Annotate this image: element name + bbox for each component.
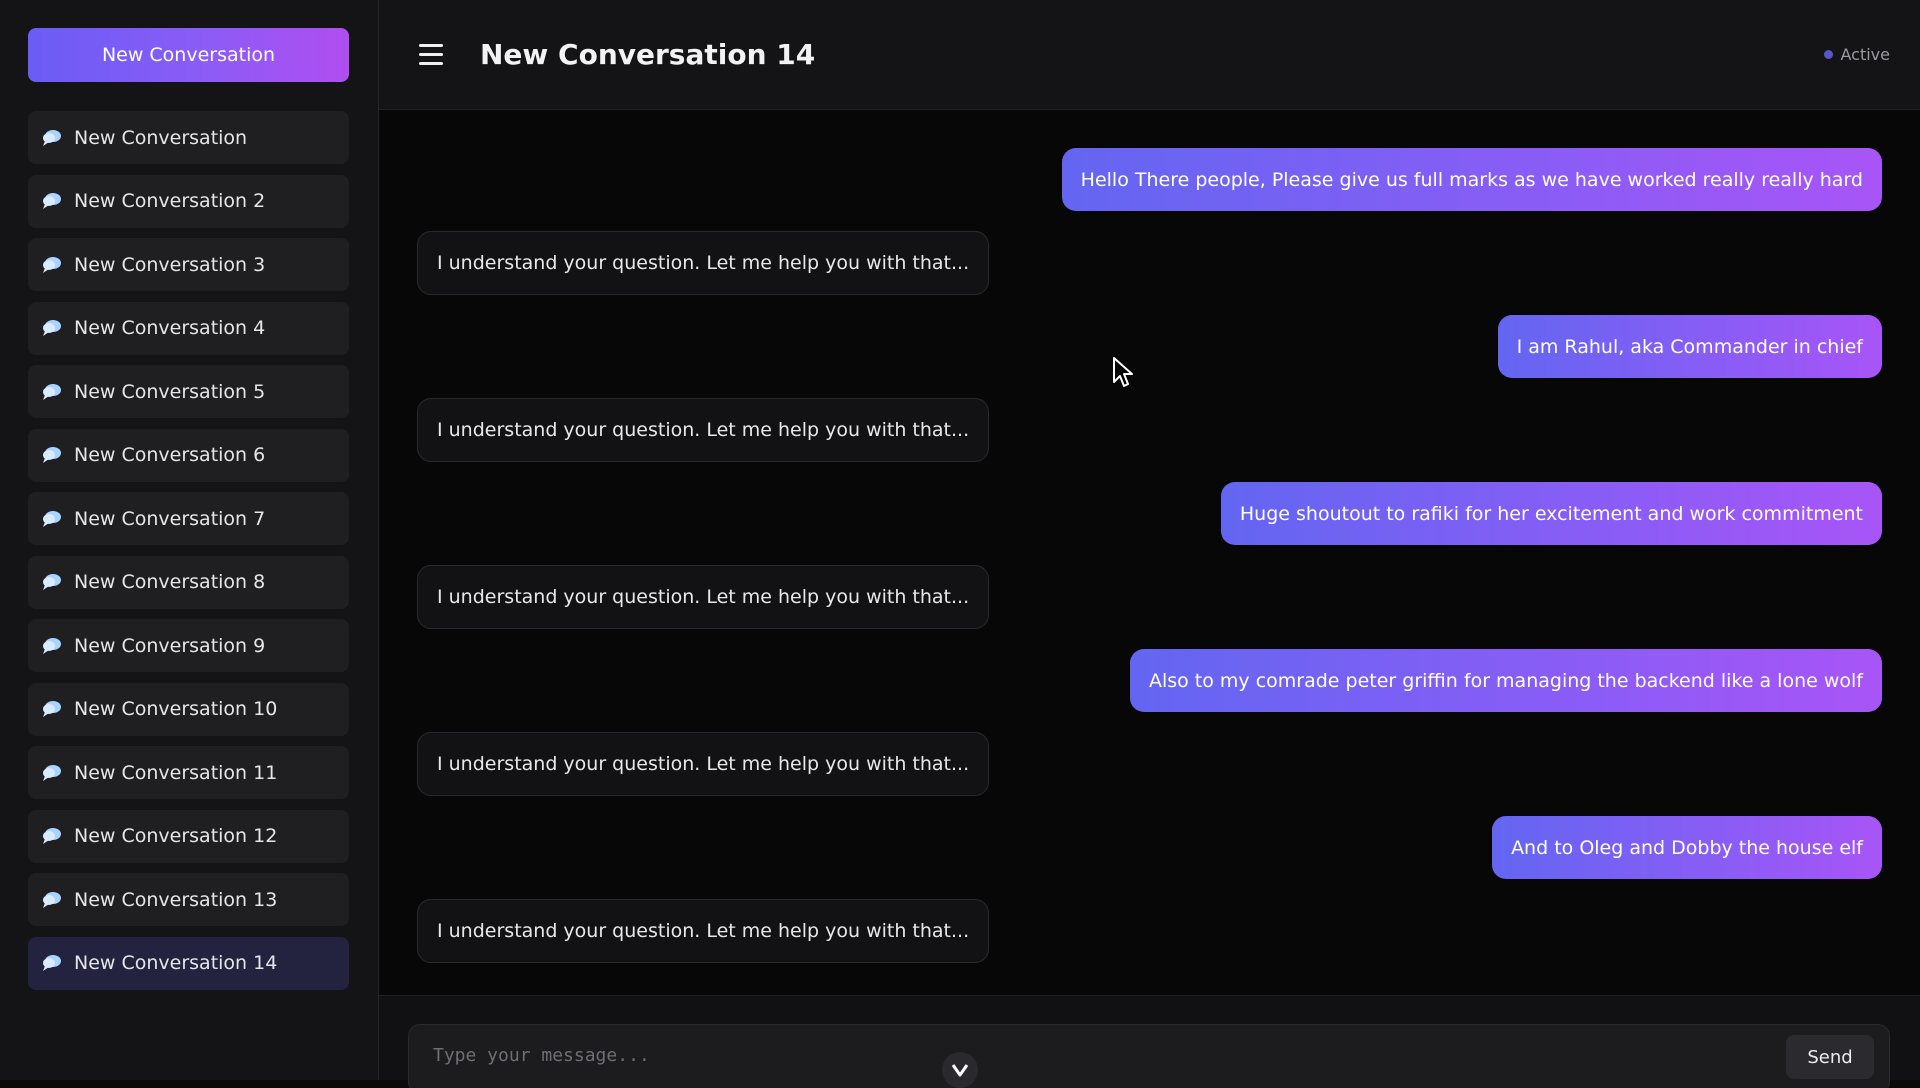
speech-bubble-icon <box>42 509 62 529</box>
sidebar-item-label: New Conversation 6 <box>74 444 266 466</box>
sidebar-item-label: New Conversation 14 <box>74 952 278 974</box>
speech-bubble-icon <box>42 890 62 910</box>
speech-bubble-icon <box>42 763 62 783</box>
sidebar-item-label: New Conversation 11 <box>74 761 278 784</box>
status-label: Active <box>1840 45 1891 64</box>
sidebar-item-label: New Conversation 8 <box>74 571 266 593</box>
sidebar-item-conversation[interactable]: New Conversation 5 <box>28 365 349 418</box>
assistant-message-bubble: I understand your question. Let me help … <box>417 732 990 796</box>
hamburger-menu-icon[interactable] <box>419 40 449 70</box>
sidebar-item-conversation[interactable]: New Conversation 8 <box>28 555 349 609</box>
assistant-message-row: I understand your question. Let me help … <box>417 565 990 629</box>
speech-bubble-icon <box>42 572 62 592</box>
user-message-row: Huge shoutout to rafiki for her exciteme… <box>1220 482 1882 545</box>
sidebar-item-label: New Conversation 4 <box>74 317 266 339</box>
user-message-row: I am Rahul, aka Commander in chief <box>1497 315 1882 378</box>
sidebar-item-label: New Conversation 10 <box>74 698 278 720</box>
assistant-message-row: I understand your question. Let me help … <box>417 899 990 963</box>
user-message-bubble: I am Rahul, aka Commander in chief <box>1497 315 1882 378</box>
speech-bubble-icon <box>42 318 62 338</box>
user-message-row: Also to my comrade peter griffin for man… <box>1129 649 1882 712</box>
chevron-down-icon <box>951 1064 969 1077</box>
message-list[interactable]: Hello There people, Please give us full … <box>379 110 1920 995</box>
sidebar-item-label: New Conversation 5 <box>74 380 266 403</box>
composer: Send <box>408 1024 1890 1088</box>
assistant-message-bubble: I understand your question. Let me help … <box>417 899 990 963</box>
send-button[interactable]: Send <box>1786 1035 1874 1079</box>
sidebar-item-conversation[interactable]: New Conversation 7 <box>28 492 349 545</box>
assistant-message-row: I understand your question. Let me help … <box>417 732 990 796</box>
user-message-bubble: Also to my comrade peter griffin for man… <box>1129 649 1882 712</box>
sidebar-item-label: New Conversation 9 <box>74 634 266 657</box>
user-message-row: And to Oleg and Dobby the house elf <box>1492 816 1882 879</box>
sidebar-item-conversation[interactable]: New Conversation 10 <box>28 682 349 736</box>
assistant-message-bubble: I understand your question. Let me help … <box>417 565 990 629</box>
sidebar-item-conversation[interactable]: New Conversation 13 <box>28 873 349 926</box>
sidebar-item-conversation[interactable]: New Conversation 3 <box>28 238 349 291</box>
page-title: New Conversation 14 <box>480 38 816 71</box>
speech-bubble-icon <box>42 191 62 211</box>
sidebar-item-label: New Conversation <box>74 126 248 149</box>
speech-bubble-icon <box>42 636 62 656</box>
speech-bubble-icon <box>42 826 62 846</box>
sidebar-item-label: New Conversation 2 <box>74 190 266 212</box>
assistant-message-bubble: I understand your question. Let me help … <box>417 398 990 462</box>
assistant-message-row: I understand your question. Let me help … <box>417 231 990 295</box>
sidebar-item-conversation[interactable]: New Conversation 9 <box>28 619 349 672</box>
user-message-bubble: Huge shoutout to rafiki for her exciteme… <box>1220 482 1882 545</box>
assistant-message-row: I understand your question. Let me help … <box>417 398 990 462</box>
composer-area: Send <box>379 995 1920 1088</box>
sidebar-item-conversation[interactable]: New Conversation 6 <box>28 428 349 482</box>
sidebar-item-label: New Conversation 3 <box>74 253 266 276</box>
sidebar-item-label: New Conversation 13 <box>74 888 278 911</box>
speech-bubble-icon <box>42 255 62 275</box>
sidebar-item-conversation[interactable]: New Conversation 11 <box>28 746 349 799</box>
speech-bubble-icon <box>42 128 62 148</box>
sidebar-item-conversation[interactable]: New Conversation <box>28 111 349 164</box>
sidebar: New Conversation New Conversation New Con… <box>0 0 379 1080</box>
sidebar-item-conversation[interactable]: New Conversation 12 <box>28 809 349 863</box>
user-message-row: Hello There people, Please give us full … <box>1061 148 1882 211</box>
speech-bubble-icon <box>42 382 62 402</box>
sidebar-item-conversation[interactable]: New Conversation 14 <box>28 936 349 990</box>
sidebar-item-label: New Conversation 7 <box>74 507 266 530</box>
new-conversation-button[interactable]: New Conversation <box>28 28 349 82</box>
sidebar-item-conversation[interactable]: New Conversation 2 <box>28 174 349 228</box>
sidebar-item-conversation[interactable]: New Conversation 4 <box>28 301 349 355</box>
status-dot-icon <box>1823 50 1833 59</box>
user-message-bubble: Hello There people, Please give us full … <box>1061 148 1882 211</box>
message-input[interactable] <box>433 1041 1786 1069</box>
main-panel: New Conversation 14 Active Hello There p… <box>379 0 1920 1088</box>
speech-bubble-icon <box>42 953 62 973</box>
chat-header: New Conversation 14 Active <box>379 0 1920 110</box>
chat-app: New Conversation New Conversation New Con… <box>0 0 1920 1088</box>
speech-bubble-icon <box>42 445 62 465</box>
assistant-message-bubble: I understand your question. Let me help … <box>417 231 990 295</box>
sidebar-item-label: New Conversation 12 <box>74 825 278 847</box>
speech-bubble-icon <box>42 699 62 719</box>
status-indicator: Active <box>1823 45 1891 64</box>
scroll-to-bottom-button[interactable] <box>942 1052 978 1088</box>
conversation-list: New Conversation New Conversation 2 New Co… <box>28 111 349 990</box>
user-message-bubble: And to Oleg and Dobby the house elf <box>1492 816 1882 879</box>
